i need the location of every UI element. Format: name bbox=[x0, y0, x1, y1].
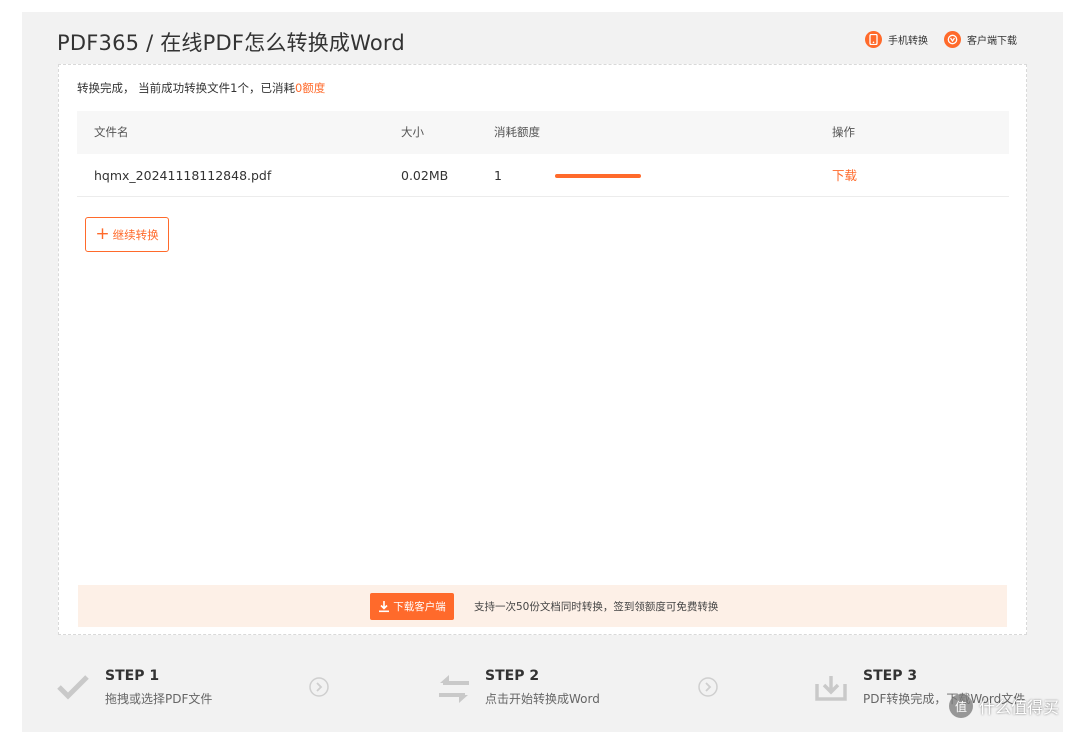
step-1-title: STEP 1 bbox=[105, 668, 160, 684]
step-2-desc: 点击开始转换成Word bbox=[485, 692, 600, 706]
header-filename: 文件名 bbox=[94, 125, 129, 139]
progress-bar bbox=[555, 174, 641, 178]
download-client-label: 下载客户端 bbox=[393, 601, 446, 613]
promo-text: 支持一次50份文档同时转换，签到领额度可免费转换 bbox=[474, 601, 719, 613]
download-client-button[interactable]: 下载客户端 bbox=[370, 593, 454, 620]
continue-convert-label: 继续转换 bbox=[112, 227, 159, 242]
watermark-logo-icon: 值 bbox=[949, 694, 973, 718]
mobile-convert-link[interactable]: 手机转换 bbox=[865, 31, 928, 48]
client-download-label: 客户端下载 bbox=[967, 36, 1017, 47]
continue-convert-button[interactable]: + 继续转换 bbox=[85, 217, 169, 252]
mobile-icon bbox=[865, 31, 882, 48]
header-credits: 消耗额度 bbox=[494, 125, 540, 139]
plus-icon: + bbox=[95, 224, 110, 244]
header-action: 操作 bbox=[832, 125, 855, 139]
credits-used: 0额度 bbox=[294, 81, 326, 95]
client-download-link[interactable]: 客户端下载 bbox=[944, 31, 1017, 48]
watermark: 值 什么值得买 bbox=[949, 694, 1059, 718]
file-size: 0.02MB bbox=[401, 168, 449, 183]
header-size: 大小 bbox=[401, 125, 424, 139]
convert-arrows-icon bbox=[439, 675, 469, 703]
file-credits: 1 bbox=[494, 168, 502, 183]
step-arrow-icon bbox=[309, 677, 329, 697]
status-text: 转换完成， 当前成功转换文件1个，已消耗 bbox=[77, 81, 295, 95]
step-3-title: STEP 3 bbox=[863, 668, 918, 684]
client-download-icon bbox=[944, 31, 961, 48]
download-link[interactable]: 下载 bbox=[832, 154, 857, 197]
download-tray-icon bbox=[815, 676, 847, 701]
table-header: 文件名 大小 消耗额度 操作 bbox=[77, 111, 1009, 154]
file-name: hqmx_20241118112848.pdf bbox=[94, 168, 272, 183]
top-links: 手机转换 客户端下载 bbox=[865, 31, 1017, 48]
page-title: PDF365 / 在线PDF怎么转换成Word bbox=[57, 31, 405, 55]
step-1-desc: 拖拽或选择PDF文件 bbox=[105, 692, 213, 706]
watermark-text: 什么值得买 bbox=[979, 698, 1060, 717]
download-icon bbox=[379, 601, 390, 613]
checkmark-icon bbox=[57, 675, 89, 700]
table-row: hqmx_20241118112848.pdf 0.02MB 1 下载 bbox=[77, 154, 1009, 197]
promo-bar: 下载客户端 支持一次50份文档同时转换，签到领额度可免费转换 bbox=[78, 585, 1007, 627]
step-arrow-icon bbox=[698, 677, 718, 697]
step-2-title: STEP 2 bbox=[485, 668, 540, 684]
result-card: 转换完成， 当前成功转换文件1个，已消耗0额度 文件名 大小 消耗额度 操作 h… bbox=[58, 64, 1027, 635]
mobile-convert-label: 手机转换 bbox=[888, 36, 928, 47]
conversion-status: 转换完成， 当前成功转换文件1个，已消耗0额度 bbox=[77, 80, 325, 96]
